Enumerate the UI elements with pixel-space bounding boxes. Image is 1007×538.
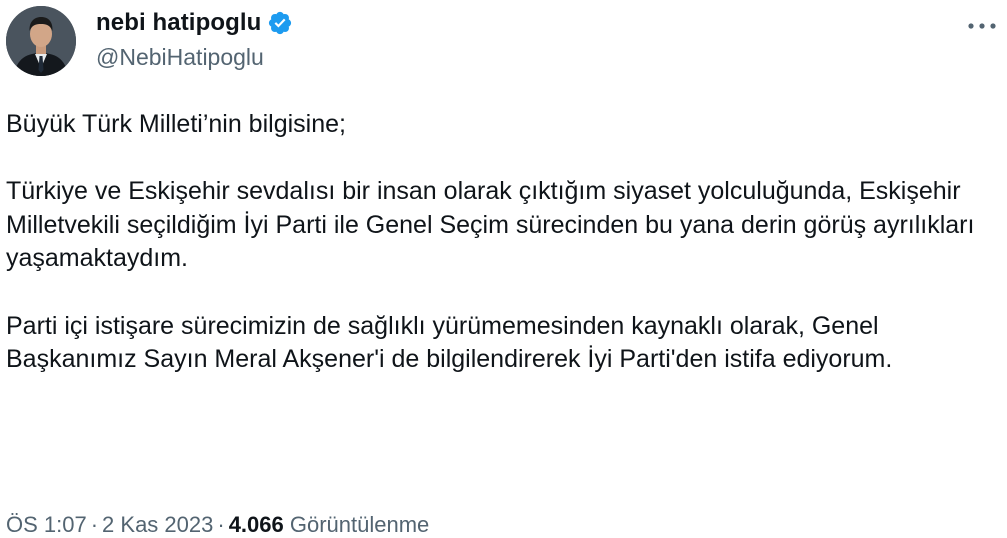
tweet-text: Büyük Türk Milleti’nin bilgisine; Türkiy… (6, 108, 1001, 410)
tweet-paragraph: Parti içi istişare sürecimizin de sağlık… (6, 311, 893, 374)
tweet-time[interactable]: ÖS 1:07 (6, 512, 87, 537)
avatar[interactable] (6, 6, 76, 76)
views-count[interactable]: 4.066 (229, 512, 284, 537)
verified-badge-icon[interactable] (267, 10, 293, 36)
tweet-paragraph: Büyük Türk Milleti’nin bilgisine; (6, 110, 346, 138)
more-horizontal-icon (968, 23, 996, 29)
author-handle[interactable]: @NebiHatipoglu (96, 44, 293, 71)
meta-separator: · (217, 512, 225, 537)
tweet-paragraph: Türkiye ve Eskişehir sevdalısı bir insan… (6, 177, 975, 273)
tweet-date[interactable]: 2 Kas 2023 (102, 512, 213, 537)
author-display-name[interactable]: nebi hatipoglu (96, 9, 261, 37)
meta-separator: · (90, 512, 99, 537)
more-options-button[interactable] (957, 14, 997, 38)
tweet: nebi hatipoglu @NebiHatipoglu Büyük Türk… (0, 0, 1007, 538)
avatar-photo (6, 6, 76, 76)
views-label[interactable]: Görüntülenme (290, 512, 429, 537)
author-identity: nebi hatipoglu @NebiHatipoglu (96, 6, 293, 71)
tweet-meta: ÖS 1:07 · 2 Kas 2023 · 4.066 Görüntülenme (6, 512, 429, 538)
name-row: nebi hatipoglu (96, 6, 293, 40)
